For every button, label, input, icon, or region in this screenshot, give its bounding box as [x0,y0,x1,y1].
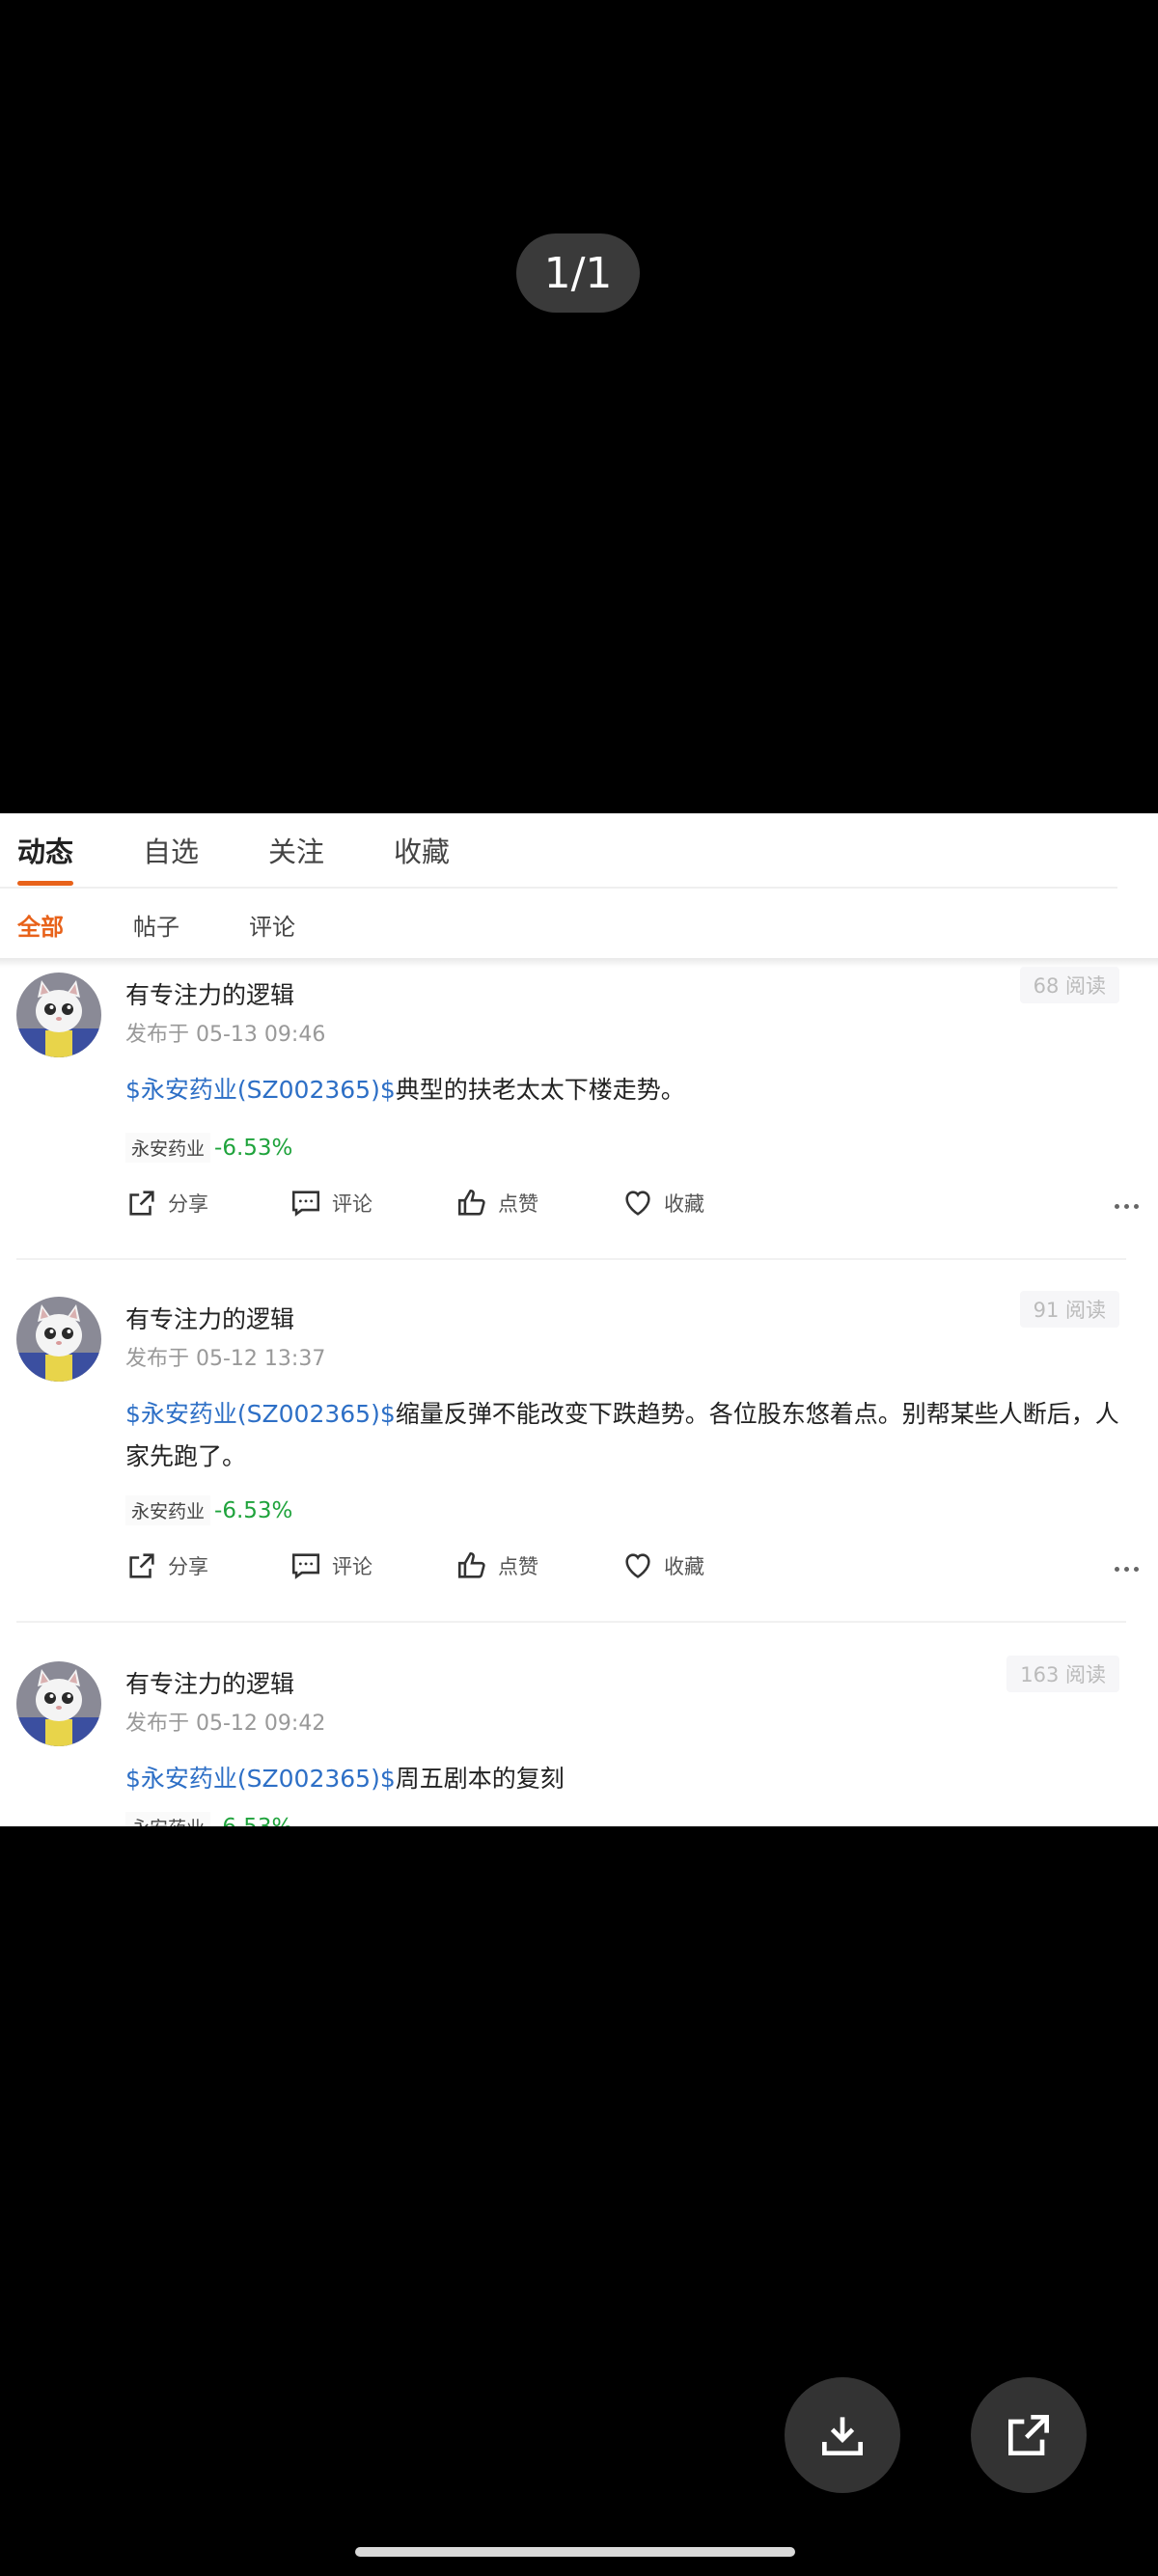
home-indicator[interactable] [355,2547,795,2557]
post-time: 发布于 05-13 09:46 [125,1023,326,1047]
more-options-button[interactable] [1115,1549,1139,1588]
post-text: 周五剧本的复刻 [395,1765,565,1793]
heart-icon [625,1191,650,1216]
comment-button[interactable]: 评论 [290,1187,372,1219]
stock-quote-change: -6.53% [214,1815,292,1826]
like-label: 点赞 [498,1192,538,1216]
stock-link[interactable]: $永安药业(SZ002365)$ [125,1400,396,1428]
avatar[interactable] [16,973,101,1057]
like-button[interactable]: 点赞 [455,1549,538,1582]
stock-quote-name: 永安药业 [125,1133,211,1163]
favorite-label: 收藏 [664,1192,704,1216]
post-actions: 分享 评论 点赞 收藏 [125,1187,1139,1225]
tab-dynamic[interactable]: 动态 [17,830,74,886]
share-button[interactable]: 分享 [125,1549,208,1582]
post-content[interactable]: $永安药业(SZ002365)$典型的扶老太太下楼走势。 [125,1069,1129,1111]
stock-quote-chip[interactable]: 永安药业-6.53% [125,1495,292,1525]
cat-avatar-icon [16,1661,101,1746]
share-icon [129,1191,154,1216]
post-divider [16,1621,1126,1623]
screenshot-image: 动态 自选 关注 收藏 全部 帖子 评论 有专注力的逻辑 发布于 05-13 0… [0,813,1158,1826]
tabs-divider [0,887,1117,889]
comment-button[interactable]: 评论 [290,1549,372,1582]
secondary-tabs: 全部 帖子 评论 [0,900,1158,948]
stock-link[interactable]: $永安药业(SZ002365)$ [125,1076,396,1104]
more-options-button[interactable] [1115,1187,1139,1225]
comment-icon [291,1191,320,1217]
favorite-button[interactable]: 收藏 [621,1549,704,1582]
cat-avatar-icon [16,973,101,1057]
tab-watchlist[interactable]: 自选 [143,830,199,870]
stock-quote-change: -6.53% [214,1136,293,1161]
like-label: 点赞 [498,1555,538,1578]
stock-quote-chip[interactable]: 永安药业-6.53% [125,1133,292,1163]
download-button[interactable] [785,2377,900,2493]
post-content[interactable]: $永安药业(SZ002365)$周五剧本的复刻 [125,1758,1129,1800]
stock-quote-change: -6.53% [214,1498,293,1523]
post-divider [16,1258,1126,1260]
stock-quote-name: 永安药业 [125,1495,211,1525]
avatar[interactable] [16,1661,101,1746]
post-actions: 分享 评论 点赞 收藏 [125,1549,1139,1588]
share-external-button[interactable] [971,2377,1087,2493]
share-button[interactable]: 分享 [125,1187,208,1219]
post-text: 典型的扶老太太下楼走势。 [395,1076,685,1104]
cat-avatar-icon [16,1297,101,1382]
image-viewer: 1/1 动态 自选 关注 收藏 全部 帖子 评论 有专注力的逻辑 发布于 05-… [0,0,1158,2576]
tab-comments[interactable]: 评论 [249,908,295,942]
read-count-badge: 163 阅读 [1006,1656,1119,1692]
comment-label: 评论 [332,1555,372,1578]
stock-quote-name: 永安药业 [125,1812,211,1826]
tab-following[interactable]: 关注 [268,830,324,870]
comment-label: 评论 [332,1192,372,1216]
stock-link[interactable]: $永安药业(SZ002365)$ [125,1765,396,1793]
tab-favorites[interactable]: 收藏 [394,830,450,870]
read-count-badge: 68 阅读 [1019,967,1119,1003]
read-count-badge: 91 阅读 [1019,1291,1119,1328]
avatar[interactable] [16,1297,101,1382]
heart-icon [625,1553,650,1578]
tab-posts[interactable]: 帖子 [133,908,179,942]
post-content[interactable]: $永安药业(SZ002365)$缩量反弹不能改变下跌趋势。各位股东悠着点。别帮某… [125,1393,1129,1478]
favorite-button[interactable]: 收藏 [621,1187,704,1219]
post-time: 发布于 05-12 09:42 [125,1712,326,1736]
like-button[interactable]: 点赞 [455,1187,538,1219]
primary-tabs: 动态 自选 关注 收藏 [0,813,1158,886]
author-name[interactable]: 有专注力的逻辑 [125,1301,294,1335]
favorite-label: 收藏 [664,1555,704,1578]
author-name[interactable]: 有专注力的逻辑 [125,1665,294,1700]
thumbs-up-icon [457,1189,485,1216]
tab-all[interactable]: 全部 [17,908,64,942]
tabs-shadow [0,958,1158,968]
share-label: 分享 [168,1555,208,1578]
post-time: 发布于 05-12 13:37 [125,1347,326,1371]
page-counter: 1/1 [516,233,640,313]
share-label: 分享 [168,1192,208,1216]
author-name[interactable]: 有专注力的逻辑 [125,976,294,1011]
download-icon [822,2417,863,2455]
share-external-icon [1008,2415,1049,2455]
comment-icon [291,1553,320,1579]
thumbs-up-icon [457,1551,485,1578]
share-icon [129,1553,154,1578]
stock-quote-chip[interactable]: 永安药业-6.53% [125,1812,292,1826]
